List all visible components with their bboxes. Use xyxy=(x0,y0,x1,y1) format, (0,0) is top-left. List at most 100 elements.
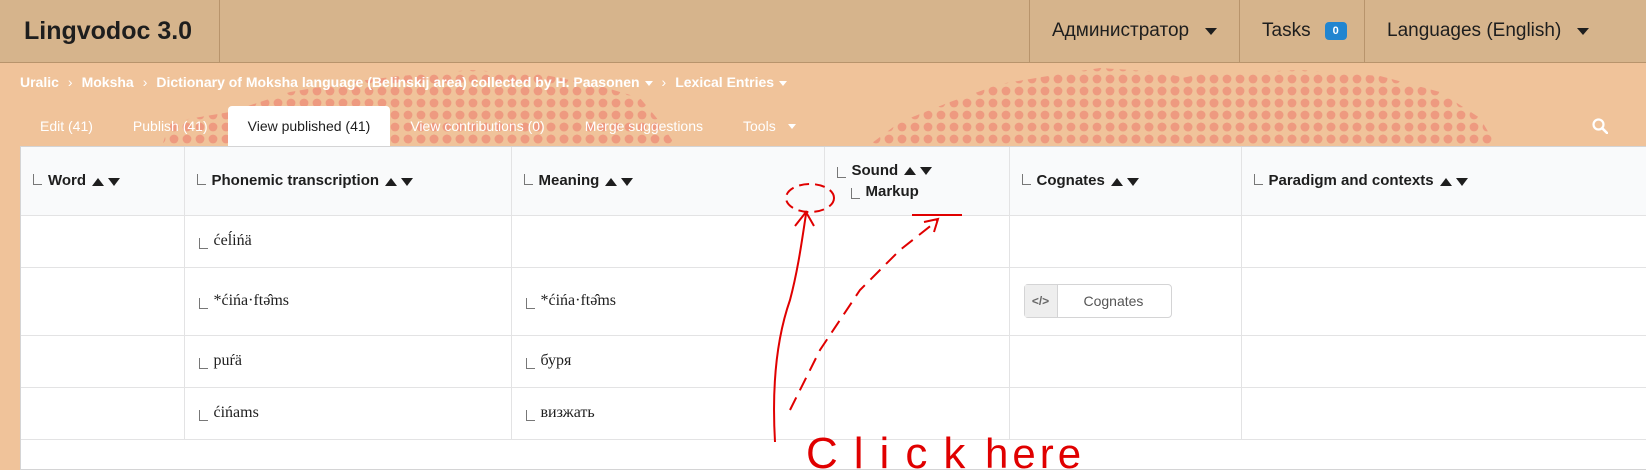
sort-up-icon[interactable] xyxy=(1110,177,1123,186)
tree-branch-icon xyxy=(525,409,535,421)
sort-icon[interactable] xyxy=(1110,173,1139,190)
tasks-menu[interactable]: Tasks 0 xyxy=(1239,0,1364,62)
table-row: ćeĺińä xyxy=(21,215,1646,268)
sort-down-icon[interactable] xyxy=(920,166,933,175)
breadcrumb-separator: › xyxy=(142,74,148,90)
caret-down-icon xyxy=(1577,27,1590,35)
sort-down-icon[interactable] xyxy=(1455,177,1468,186)
cell-word[interactable] xyxy=(21,267,185,336)
column-header-cognates[interactable]: Cognates xyxy=(1009,147,1242,216)
cell-value: ćińams xyxy=(213,404,259,421)
user-menu[interactable]: Администратор xyxy=(1029,0,1239,62)
column-header-word[interactable]: Word xyxy=(21,147,185,216)
tab-edit[interactable]: Edit (41) xyxy=(20,106,113,146)
lexical-entries-table: Word Phonemic transcription Meaning Soun… xyxy=(20,146,1646,470)
caret-down-icon xyxy=(1205,27,1218,35)
sort-up-icon[interactable] xyxy=(92,177,105,186)
cell-word[interactable] xyxy=(21,335,185,388)
column-title: Phonemic transcription xyxy=(211,171,380,189)
app-logo[interactable]: Lingvodoc 3.0 xyxy=(0,0,220,62)
sort-up-icon[interactable] xyxy=(605,177,618,186)
cell-meaning[interactable]: буря xyxy=(511,335,825,388)
tab-tools-label: Tools xyxy=(743,118,776,134)
cognates-button-label: Cognates xyxy=(1083,293,1144,309)
cell-phonemic-transcription[interactable]: puŕä xyxy=(184,335,512,388)
breadcrumb-lexical-label: Lexical Entries xyxy=(675,74,775,90)
breadcrumb-item-moksha[interactable]: Moksha xyxy=(82,74,134,90)
tab-view-published[interactable]: View published (41) xyxy=(227,106,391,146)
sort-icon[interactable] xyxy=(605,173,634,190)
caret-down-icon xyxy=(787,123,796,129)
column-title: Cognates xyxy=(1036,171,1105,189)
cell-value: ćeĺińä xyxy=(213,232,252,249)
tree-branch-icon xyxy=(198,357,208,369)
tree-branch-icon xyxy=(196,173,206,185)
cell-cognates[interactable] xyxy=(1009,215,1242,268)
column-header-markup[interactable]: Markup xyxy=(837,183,997,200)
column-title: Word xyxy=(48,171,87,189)
cell-cognates[interactable] xyxy=(1009,387,1242,440)
tab-merge-suggestions[interactable]: Merge suggestions xyxy=(565,106,723,146)
cell-phonemic-transcription[interactable]: ćińams xyxy=(184,387,512,440)
tab-publish[interactable]: Publish (41) xyxy=(113,106,228,146)
sort-down-icon[interactable] xyxy=(1126,177,1139,186)
cell-cognates[interactable] xyxy=(1009,335,1242,388)
breadcrumb-item-lexical-entries[interactable]: Lexical Entries xyxy=(675,74,788,90)
tree-branch-icon xyxy=(33,173,42,185)
cell-sound[interactable] xyxy=(824,215,1010,268)
cell-meaning[interactable]: визжать xyxy=(511,387,825,440)
cell-paradigm[interactable] xyxy=(1241,335,1646,388)
tasks-count-badge: 0 xyxy=(1324,22,1347,40)
column-header-phonemic-transcription[interactable]: Phonemic transcription xyxy=(184,147,512,216)
cell-sound[interactable] xyxy=(824,387,1010,440)
cell-value: визжать xyxy=(540,404,595,421)
cell-value: puŕä xyxy=(213,352,242,369)
code-icon: </> xyxy=(1024,285,1058,317)
cell-cognates[interactable]: </> Cognates xyxy=(1009,267,1242,336)
tab-view-contributions[interactable]: View contributions (0) xyxy=(390,106,564,146)
cell-meaning[interactable] xyxy=(511,215,825,268)
sort-down-icon[interactable] xyxy=(621,177,634,186)
sort-down-icon[interactable] xyxy=(108,177,121,186)
column-title: Meaning xyxy=(538,171,600,189)
column-header-sound[interactable]: Sound Markup xyxy=(824,147,1010,216)
table-row: ćińams визжать xyxy=(21,387,1646,440)
cell-phonemic-transcription[interactable]: ćeĺińä xyxy=(184,215,512,268)
languages-menu[interactable]: Languages (English) xyxy=(1364,0,1646,62)
column-title: Paradigm and contexts xyxy=(1268,171,1434,189)
sort-down-icon[interactable] xyxy=(401,177,414,186)
cell-word[interactable] xyxy=(21,387,185,440)
sort-up-icon[interactable] xyxy=(904,166,917,175)
top-menu-bar: Lingvodoc 3.0 Администратор Tasks 0 Lang… xyxy=(0,0,1646,63)
sort-up-icon[interactable] xyxy=(1439,177,1452,186)
cognates-button[interactable]: </> Cognates xyxy=(1023,284,1173,318)
tree-branch-icon xyxy=(850,187,860,199)
sort-icon[interactable] xyxy=(92,173,121,190)
cell-sound[interactable] xyxy=(824,267,1010,336)
breadcrumb-dictionary-label: Dictionary of Moksha language (Belinskij… xyxy=(156,74,640,90)
sort-up-icon[interactable] xyxy=(385,177,398,186)
cell-paradigm[interactable] xyxy=(1241,387,1646,440)
table-row: puŕä буря xyxy=(21,335,1646,388)
cell-value: буря xyxy=(540,352,572,369)
cell-phonemic-transcription[interactable]: *ćińa·ftə̂ms xyxy=(184,267,512,336)
tree-branch-icon xyxy=(198,297,208,309)
column-header-meaning[interactable]: Meaning xyxy=(511,147,825,216)
breadcrumb-item-dictionary[interactable]: Dictionary of Moksha language (Belinskij… xyxy=(156,74,653,90)
search-icon[interactable] xyxy=(1592,118,1608,134)
cell-sound[interactable] xyxy=(824,335,1010,388)
sort-icon[interactable] xyxy=(904,162,933,179)
user-menu-label: Администратор xyxy=(1052,20,1190,41)
cell-meaning[interactable]: *ćińa·ftə̂ms xyxy=(511,267,825,336)
breadcrumb-item-uralic[interactable]: Uralic xyxy=(20,74,59,90)
tree-branch-icon xyxy=(198,237,208,249)
column-header-paradigm-and-contexts[interactable]: Paradigm and contexts xyxy=(1241,147,1646,216)
cell-word[interactable] xyxy=(21,215,185,268)
cell-paradigm[interactable] xyxy=(1241,215,1646,268)
sort-icon[interactable] xyxy=(1439,173,1468,190)
column-title-markup: Markup xyxy=(865,182,919,200)
tab-tools[interactable]: Tools xyxy=(723,106,816,146)
cell-paradigm[interactable] xyxy=(1241,267,1646,336)
caret-down-icon xyxy=(644,80,653,86)
sort-icon[interactable] xyxy=(385,173,414,190)
